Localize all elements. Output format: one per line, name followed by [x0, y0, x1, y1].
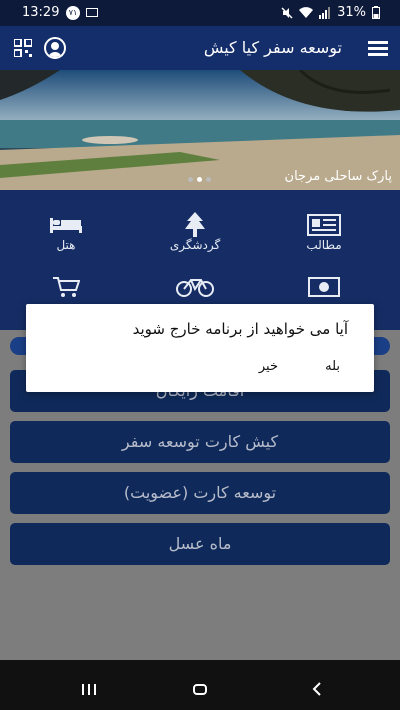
- yes-button[interactable]: بله: [325, 359, 340, 374]
- membership-card-button[interactable]: توسعه کارت (عضویت): [10, 472, 390, 514]
- slider-dot: [188, 177, 193, 182]
- wifi-icon: [299, 6, 314, 18]
- bicycle-icon: [176, 279, 214, 297]
- category-shop[interactable]: [16, 274, 116, 300]
- home-icon[interactable]: [193, 684, 207, 695]
- category-hotel[interactable]: هتل: [16, 212, 116, 252]
- qr-code-icon[interactable]: [14, 39, 32, 57]
- category-label: هتل: [56, 238, 76, 252]
- exit-confirm-dialog: آیا می خواهید از برنامه خارج شوید بله خی…: [26, 304, 374, 392]
- category-label: مطالب: [306, 238, 342, 252]
- newspaper-icon: [307, 214, 341, 236]
- category-money[interactable]: [274, 274, 374, 300]
- category-label: گردشگری: [169, 238, 221, 252]
- battery-icon: [372, 6, 380, 19]
- hamburger-menu-icon[interactable]: [368, 41, 388, 57]
- image-notification-icon: [86, 8, 98, 17]
- clock: 13:29: [22, 5, 60, 20]
- signal-icon: [319, 6, 331, 19]
- app-title: توسعه سفر کیا کیش: [203, 38, 342, 57]
- back-icon[interactable]: [312, 682, 322, 696]
- tree-icon: [185, 212, 205, 237]
- kish-card-button[interactable]: کیش کارت توسعه سفر: [10, 421, 390, 463]
- dialog-message: آیا می خواهید از برنامه خارج شوید: [132, 320, 348, 338]
- money-icon: [308, 277, 340, 297]
- category-news[interactable]: مطالب: [274, 212, 374, 252]
- notification-badge-icon: ۷۱: [66, 6, 80, 20]
- honeymoon-button[interactable]: ماه عسل: [10, 523, 390, 565]
- banner-caption: پارک ساحلی مرجان: [284, 169, 392, 184]
- bed-icon: [50, 218, 82, 233]
- battery-level: 31%: [337, 5, 366, 20]
- category-bicycle[interactable]: [145, 274, 245, 300]
- recents-icon[interactable]: [82, 684, 96, 695]
- slider-dot: [206, 177, 211, 182]
- profile-icon[interactable]: [44, 37, 66, 59]
- mute-icon: [281, 6, 293, 19]
- banner-slider[interactable]: پارک ساحلی مرجان: [0, 70, 400, 190]
- app-bar: توسعه سفر کیا کیش: [0, 26, 400, 70]
- slider-dot-active: [197, 177, 202, 182]
- category-tourism[interactable]: گردشگری: [145, 212, 245, 252]
- no-button[interactable]: خیر: [259, 359, 278, 374]
- status-bar: 13:29 ۷۱ 31%: [0, 0, 400, 26]
- cart-icon: [53, 277, 80, 297]
- slider-dots: [188, 177, 211, 182]
